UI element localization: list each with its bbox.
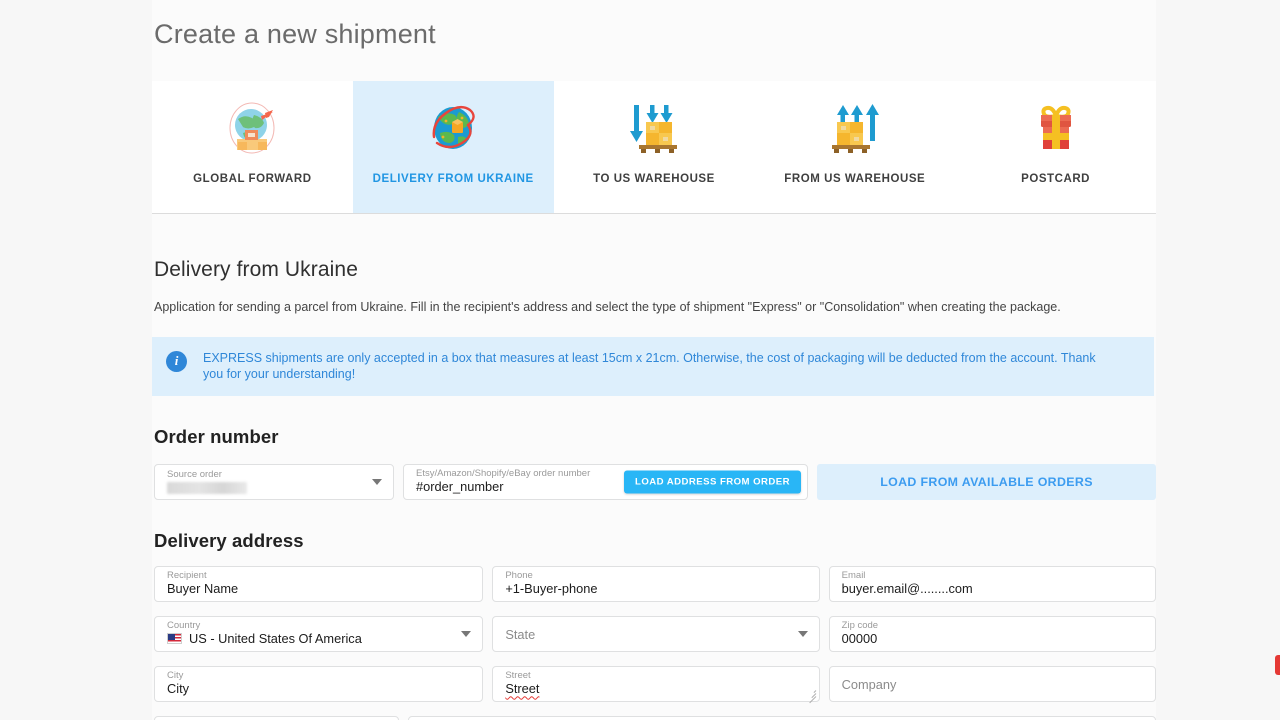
email-field[interactable]: Email buyer.email@........com <box>828 566 1156 603</box>
city-field[interactable]: City City <box>154 666 484 703</box>
phone-value: +1-Buyer-phone <box>505 581 598 597</box>
address-row-2: Country US - United States Of America St… <box>154 616 1156 653</box>
recipient-value: Buyer Name <box>167 581 239 597</box>
partial-field-left[interactable] <box>154 716 399 720</box>
address-row-4-partial <box>154 716 1156 720</box>
resize-handle-icon[interactable] <box>805 688 817 704</box>
company-field[interactable]: Company <box>828 666 1156 703</box>
tab-label: DELIVERY FROM UKRAINE <box>372 173 534 185</box>
city-label: City <box>167 670 184 682</box>
section-description: Application for sending a parcel from Uk… <box>154 300 1061 314</box>
partial-field-right[interactable] <box>407 716 1156 720</box>
state-select[interactable]: State <box>492 616 820 653</box>
page-title: Create a new shipment <box>154 19 436 49</box>
edge-indicator[interactable] <box>1275 655 1280 675</box>
source-order-select[interactable]: Source order <box>154 464 394 501</box>
us-flag-icon <box>167 633 182 645</box>
load-address-from-order-button[interactable]: LOAD ADDRESS FROM ORDER <box>624 470 801 494</box>
address-row-1: Recipient Buyer Name Phone +1-Buyer-phon… <box>154 566 1156 603</box>
zip-code-label: Zip code <box>841 620 879 632</box>
tab-label: FROM US WAREHOUSE <box>784 173 926 185</box>
source-order-value-redacted <box>167 481 247 494</box>
order-number-heading: Order number <box>154 426 279 448</box>
email-value: buyer.email@........com <box>841 581 973 597</box>
delivery-address-heading: Delivery address <box>154 530 304 552</box>
country-label: Country <box>167 620 201 632</box>
gift-box-icon <box>1025 97 1087 159</box>
chevron-down-icon <box>797 631 808 638</box>
order-number-input[interactable]: Etsy/Amazon/Shopify/eBay order number #o… <box>403 464 808 501</box>
globe-plane-boxes-icon <box>221 97 283 159</box>
zip-code-value: 00000 <box>841 631 878 647</box>
pallet-arrows-up-icon <box>824 97 886 159</box>
shipment-type-tabs: GLOBAL FORWARD DELIVERY FROM UKRAINE TO … <box>152 81 1156 214</box>
recipient-label: Recipient <box>167 570 207 582</box>
tab-delivery-from-ukraine[interactable]: DELIVERY FROM UKRAINE <box>352 81 554 213</box>
country-value: US - United States Of America <box>189 631 362 647</box>
chevron-down-icon <box>461 631 472 638</box>
tab-label: TO US WAREHOUSE <box>593 173 715 185</box>
tab-postcard[interactable]: POSTCARD <box>955 81 1156 213</box>
order-number-row: Source order Etsy/Amazon/Shopify/eBay or… <box>154 464 1156 501</box>
express-info-alert: i EXPRESS shipments are only accepted in… <box>152 336 1154 397</box>
address-row-3: City City Street Street Company <box>154 666 1156 704</box>
app-page: Create a new shipment GLOBAL FORWARD DEL… <box>0 0 1280 720</box>
tab-label: POSTCARD <box>1021 173 1091 185</box>
country-select[interactable]: Country US - United States Of America <box>154 616 484 653</box>
tab-from-us-warehouse[interactable]: FROM US WAREHOUSE <box>754 81 956 213</box>
country-value-wrap: US - United States Of America <box>167 631 470 646</box>
tab-label: GLOBAL FORWARD <box>193 173 312 185</box>
city-value: City <box>167 681 190 697</box>
chevron-down-icon <box>372 479 382 486</box>
tab-to-us-warehouse[interactable]: TO US WAREHOUSE <box>553 81 755 213</box>
content-column: Create a new shipment GLOBAL FORWARD DEL… <box>152 0 1156 720</box>
section-title: Delivery from Ukraine <box>154 258 358 281</box>
state-placeholder: State <box>505 626 536 642</box>
load-from-available-orders-button[interactable]: LOAD FROM AVAILABLE ORDERS <box>817 464 1156 501</box>
form-body: Delivery from Ukraine Application for se… <box>152 214 1156 720</box>
street-value: Street <box>505 681 540 697</box>
street-textarea[interactable]: Street Street <box>492 666 820 704</box>
pallet-arrows-down-icon <box>623 97 685 159</box>
source-order-label: Source order <box>167 468 222 480</box>
globe-parcel-orbit-icon <box>422 97 484 159</box>
alert-message: EXPRESS shipments are only accepted in a… <box>203 350 1096 382</box>
phone-label: Phone <box>505 570 533 582</box>
recipient-field[interactable]: Recipient Buyer Name <box>154 566 484 603</box>
street-label: Street <box>505 670 531 682</box>
info-icon: i <box>166 350 187 372</box>
phone-field[interactable]: Phone +1-Buyer-phone <box>492 566 820 603</box>
email-label: Email <box>841 570 866 582</box>
company-placeholder: Company <box>841 676 897 692</box>
zip-code-field[interactable]: Zip code 00000 <box>828 616 1156 653</box>
tab-global-forward[interactable]: GLOBAL FORWARD <box>152 81 353 213</box>
